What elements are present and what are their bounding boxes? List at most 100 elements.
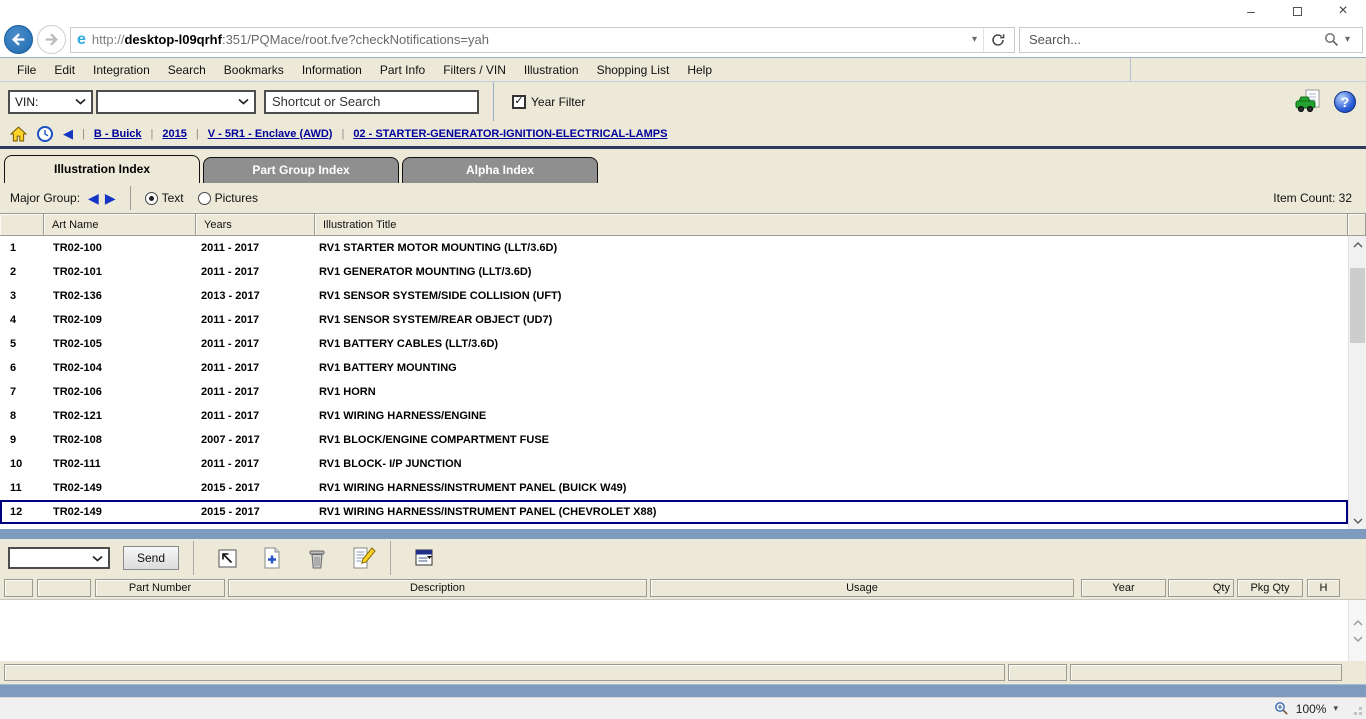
header-illustration-title[interactable]: Illustration Title [315, 214, 1348, 236]
pictures-radio[interactable] [198, 192, 211, 205]
table-row[interactable]: 4TR02-1092011 - 2017RV1 SENSOR SYSTEM/RE… [0, 308, 1348, 332]
tab-alpha-index[interactable]: Alpha Index [402, 157, 598, 183]
menu-search[interactable]: Search [159, 63, 215, 77]
forward-button[interactable] [37, 25, 66, 54]
parts-header-check [4, 579, 33, 597]
menu-information[interactable]: Information [293, 63, 371, 77]
table-row[interactable]: 8TR02-1212011 - 2017RV1 WIRING HARNESS/E… [0, 404, 1348, 428]
url-dropdown-icon[interactable]: ▾ [966, 34, 983, 45]
chevron-down-icon[interactable] [1353, 636, 1363, 642]
table-row[interactable]: 9TR02-1082007 - 2017RV1 BLOCK/ENGINE COM… [0, 428, 1348, 452]
breadcrumb-make-link[interactable]: B - Buick [94, 128, 142, 140]
text-radio[interactable] [145, 192, 158, 205]
home-icon[interactable] [10, 126, 27, 142]
send-button[interactable]: Send [123, 546, 179, 570]
minimize-button[interactable]: – [1228, 0, 1274, 22]
breadcrumb-back-icon[interactable]: ◀ [63, 126, 73, 142]
back-button[interactable] [4, 25, 33, 54]
table-row[interactable]: 2TR02-1012011 - 2017RV1 GENERATOR MOUNTI… [0, 260, 1348, 284]
menu-edit[interactable]: Edit [45, 63, 84, 77]
restore-button[interactable] [1274, 0, 1320, 22]
menu-help[interactable]: Help [678, 63, 721, 77]
chevron-down-icon [1353, 518, 1363, 524]
tab-illustration-index[interactable]: Illustration Index [4, 155, 200, 183]
edit-notes-button[interactable] [350, 546, 376, 570]
parts-scrollbar[interactable] [1348, 600, 1366, 661]
footer-segment [1070, 664, 1342, 681]
table-row[interactable]: 10TR02-1112011 - 2017RV1 BLOCK- I/P JUNC… [0, 452, 1348, 476]
zoom-magnifier-icon[interactable] [1274, 701, 1289, 716]
major-group-next-icon[interactable]: ▶ [105, 190, 116, 207]
breadcrumb: ◀ | B - Buick | 2015 | V - 5R1 - Enclave… [0, 121, 1366, 149]
header-years[interactable]: Years [196, 214, 315, 236]
breadcrumb-model-link[interactable]: V - 5R1 - Enclave (AWD) [208, 128, 333, 140]
navigation-bar: e http://desktop-l09qrhf:351/PQMace/root… [0, 24, 1366, 57]
breadcrumb-year-link[interactable]: 2015 [162, 128, 186, 140]
parts-header-description[interactable]: Description [228, 579, 647, 597]
shortcut-search-input[interactable]: Shortcut or Search [264, 90, 479, 114]
menu-file[interactable]: File [8, 63, 45, 77]
vehicle-report-icon[interactable] [1294, 89, 1324, 115]
zoom-dropdown-icon[interactable]: ▾ [1333, 703, 1338, 714]
breadcrumb-group-link[interactable]: 02 - STARTER-GENERATOR-IGNITION-ELECTRIC… [353, 128, 667, 140]
menu-shopping-list[interactable]: Shopping List [588, 63, 679, 77]
help-button[interactable]: ? [1334, 91, 1356, 113]
url-text[interactable]: http://desktop-l09qrhf:351/PQMace/root.f… [92, 32, 966, 47]
table-row-selected[interactable]: 12TR02-1492015 - 2017RV1 WIRING HARNESS/… [0, 500, 1348, 524]
resize-grip[interactable] [1359, 712, 1362, 715]
parts-header-year[interactable]: Year [1081, 579, 1166, 597]
parts-header-usage[interactable]: Usage [650, 579, 1074, 597]
toolbar-divider [493, 82, 494, 122]
chevron-down-icon [75, 98, 86, 105]
parts-header-qty[interactable]: Qty [1168, 579, 1234, 597]
search-icon[interactable] [1324, 32, 1339, 47]
parts-header-part-number[interactable]: Part Number [95, 579, 225, 597]
parts-header-h[interactable]: H [1307, 579, 1340, 597]
menu-bookmarks[interactable]: Bookmarks [215, 63, 293, 77]
parts-header-pkg-qty[interactable]: Pkg Qty [1237, 579, 1303, 597]
scroll-down-button[interactable] [1349, 512, 1366, 529]
expand-view-button[interactable] [215, 546, 239, 570]
search-placeholder: Search... [1029, 32, 1324, 47]
history-clock-icon[interactable] [36, 125, 54, 143]
edit-document-icon [350, 546, 376, 570]
vehicle-select[interactable] [96, 90, 256, 114]
table-row[interactable]: 3TR02-1362013 - 2017RV1 SENSOR SYSTEM/SI… [0, 284, 1348, 308]
menu-filters-vin[interactable]: Filters / VIN [434, 63, 515, 77]
scroll-up-button[interactable] [1349, 236, 1366, 253]
search-box[interactable]: Search... ▾ [1019, 27, 1363, 53]
year-filter-group: ✓ Year Filter [512, 95, 585, 109]
table-row[interactable]: 1TR02-1002011 - 2017RV1 STARTER MOTOR MO… [0, 236, 1348, 260]
column-options-button[interactable] [412, 546, 436, 570]
table-row[interactable]: 6TR02-1042011 - 2017RV1 BATTERY MOUNTING [0, 356, 1348, 380]
add-item-button[interactable] [260, 546, 284, 570]
tab-part-group-index[interactable]: Part Group Index [203, 157, 399, 183]
vertical-scrollbar[interactable] [1348, 236, 1366, 529]
menu-illustration[interactable]: Illustration [515, 63, 588, 77]
vin-select[interactable]: VIN: [8, 90, 93, 114]
close-icon: × [1338, 2, 1347, 20]
menu-integration[interactable]: Integration [84, 63, 159, 77]
header-corner [1348, 214, 1366, 236]
scrollbar-thumb[interactable] [1350, 268, 1365, 343]
header-art-name[interactable]: Art Name [44, 214, 196, 236]
table-row[interactable]: 11TR02-1492015 - 2017RV1 WIRING HARNESS/… [0, 476, 1348, 500]
menu-part-info[interactable]: Part Info [371, 63, 434, 77]
major-group-label: Major Group: [10, 191, 80, 205]
delete-button[interactable] [305, 546, 329, 570]
year-filter-checkbox[interactable]: ✓ [512, 95, 526, 109]
table-row[interactable]: 5TR02-1052011 - 2017RV1 BATTERY CABLES (… [0, 332, 1348, 356]
major-group-prev-icon[interactable]: ◀ [88, 190, 99, 207]
parts-action-select[interactable] [8, 547, 110, 569]
parts-rows-empty [0, 600, 1348, 661]
footer-segment [1008, 664, 1067, 681]
chevron-up-icon[interactable] [1353, 620, 1363, 626]
toolbar-icons: ? [1294, 89, 1366, 115]
search-dropdown-icon[interactable]: ▾ [1339, 34, 1356, 45]
table-row[interactable]: 7TR02-1062011 - 2017RV1 HORN [0, 380, 1348, 404]
refresh-button[interactable] [983, 28, 1012, 52]
parts-header-image [37, 579, 91, 597]
address-bar[interactable]: e http://desktop-l09qrhf:351/PQMace/root… [70, 27, 1015, 53]
close-button[interactable]: × [1320, 0, 1366, 22]
expand-icon [215, 546, 239, 570]
